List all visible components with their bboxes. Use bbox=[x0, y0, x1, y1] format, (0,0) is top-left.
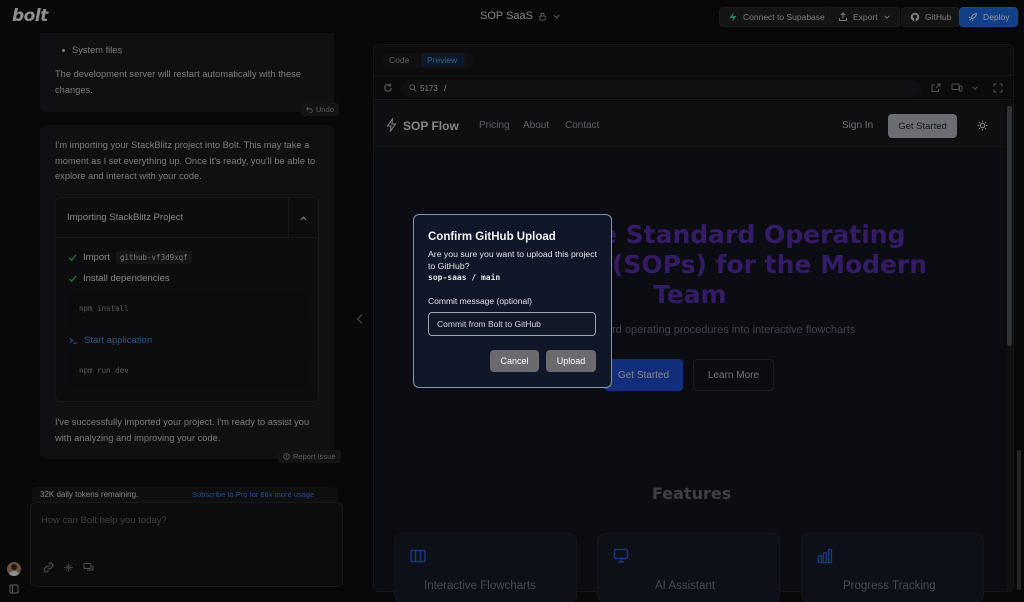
upload-button[interactable]: Upload bbox=[546, 350, 596, 372]
dialog-title: Confirm GitHub Upload bbox=[428, 231, 556, 243]
commit-message-input[interactable]: Commit from Bolt to GitHub bbox=[428, 312, 596, 336]
repo-branch: sop-saas / main bbox=[428, 273, 501, 282]
commit-message-label: Commit message (optional) bbox=[428, 296, 532, 306]
dialog-question: Are you sure you want to upload this pro… bbox=[428, 249, 598, 271]
cancel-button[interactable]: Cancel bbox=[490, 350, 539, 372]
